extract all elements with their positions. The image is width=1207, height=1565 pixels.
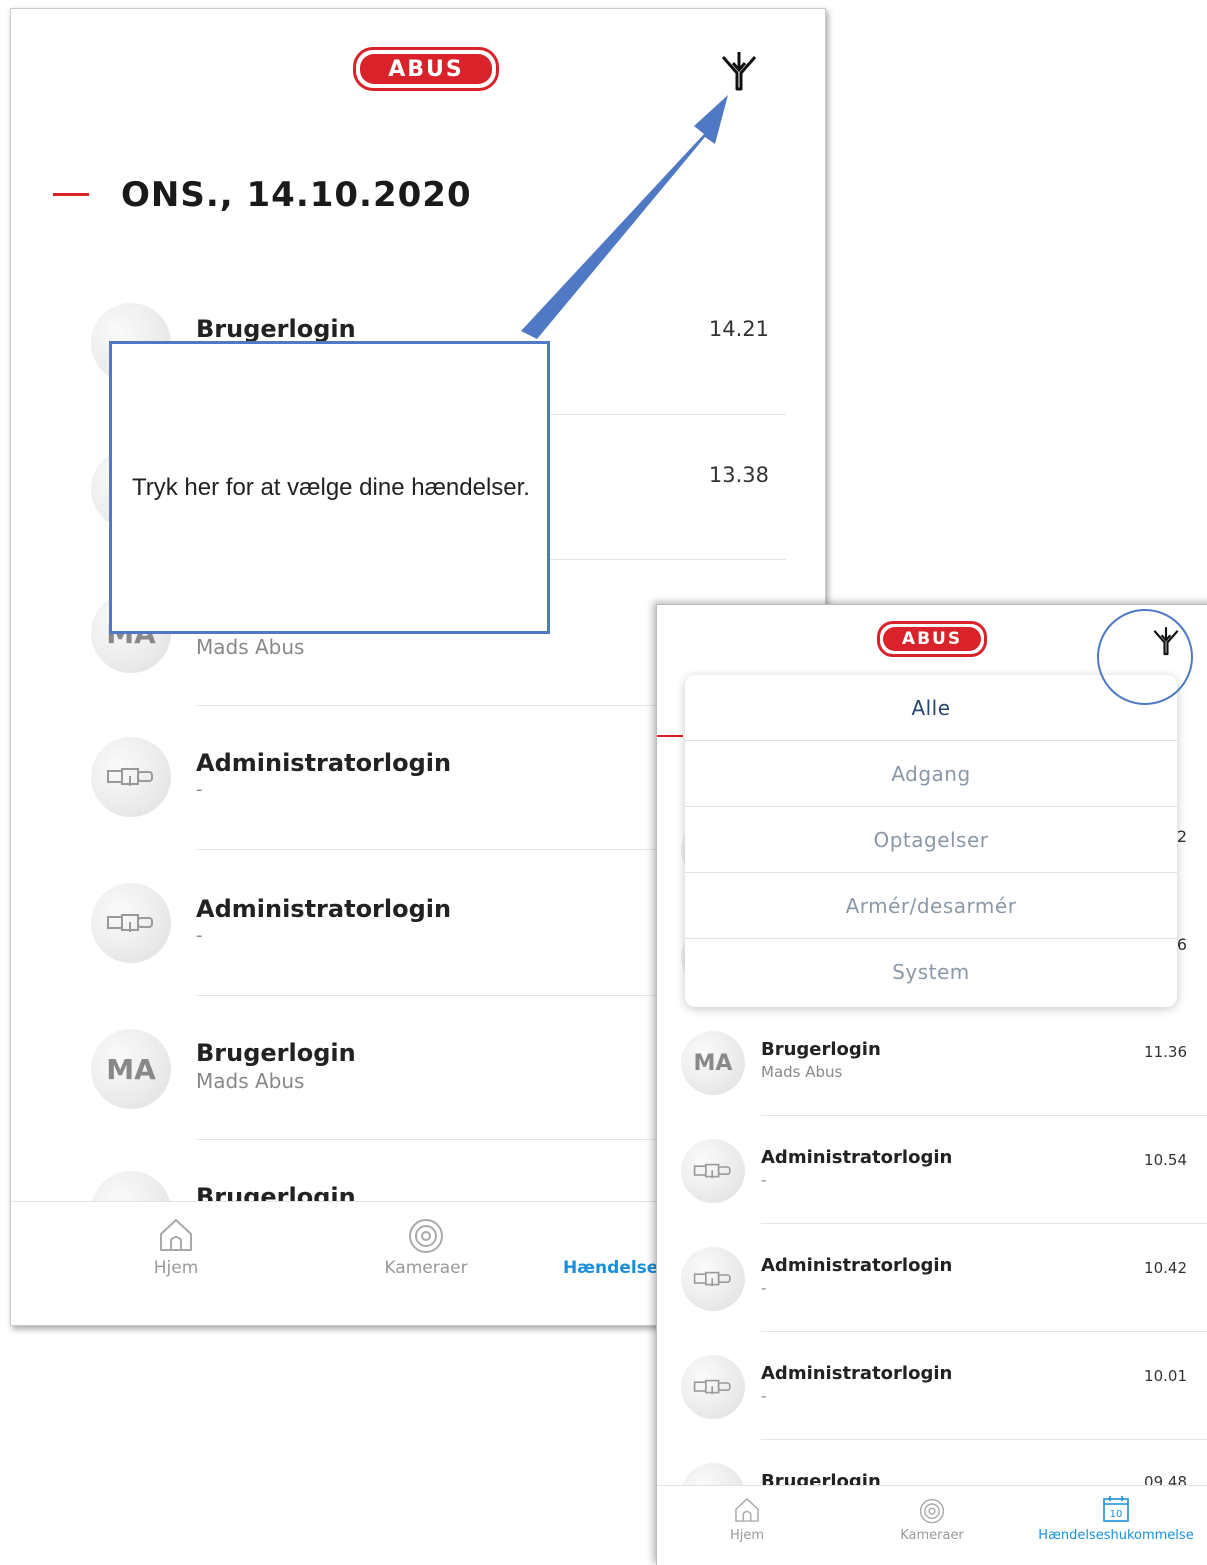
row-divider xyxy=(761,1223,1207,1224)
home-icon xyxy=(160,1219,192,1251)
event-avatar xyxy=(681,1139,745,1203)
event-title: Administratorlogin xyxy=(761,1363,953,1384)
calendar-icon: 10 xyxy=(1103,1496,1129,1522)
event-avatar: MA xyxy=(91,1029,171,1109)
row-divider xyxy=(761,1439,1207,1440)
event-subtitle: Mads Abus xyxy=(196,635,305,659)
filter-option-system[interactable]: System xyxy=(685,939,1177,1005)
event-avatar xyxy=(91,737,171,817)
app-screen-filter-open: ABUS 2 6 MA Brugerlogin Mads Abus 11.36 … xyxy=(656,604,1207,1565)
nav-cameras-label: Kameraer xyxy=(900,1528,964,1543)
nav-home[interactable]: Hjem xyxy=(131,1216,221,1278)
event-filter-dropdown: Alle Adgang Optagelser Armér/desarmér Sy… xyxy=(685,675,1177,1007)
event-subtitle: - xyxy=(761,1171,767,1189)
nav-cameras-label: Kameraer xyxy=(384,1258,468,1278)
event-title: Administratorlogin xyxy=(761,1147,953,1168)
camera-icon xyxy=(919,1499,945,1524)
event-subtitle: - xyxy=(196,779,203,800)
row-divider xyxy=(761,1115,1207,1116)
filter-option-optagelser[interactable]: Optagelser xyxy=(685,807,1177,873)
lock-icon xyxy=(693,1379,731,1395)
lock-icon xyxy=(107,914,153,932)
event-title: Brugerlogin xyxy=(761,1039,881,1060)
nav-cameras[interactable]: Kameraer xyxy=(887,1494,977,1543)
event-avatar: MA xyxy=(681,1031,745,1095)
bottom-navigation: Hjem Kameraer 10 Hændelseshukommelse xyxy=(657,1485,1207,1565)
event-time: 11.36 xyxy=(1144,1043,1187,1061)
lock-icon xyxy=(693,1163,731,1179)
event-title: Administratorlogin xyxy=(196,749,452,777)
abus-logo: ABUS xyxy=(877,621,987,657)
lock-icon xyxy=(693,1271,731,1287)
event-subtitle: - xyxy=(196,925,203,946)
event-subtitle: - xyxy=(761,1387,767,1405)
nav-home[interactable]: Hjem xyxy=(717,1496,777,1543)
nav-home-label: Hjem xyxy=(729,1528,765,1543)
event-avatar xyxy=(681,1355,745,1419)
event-subtitle: - xyxy=(761,1279,767,1297)
home-icon xyxy=(735,1498,759,1522)
event-avatar xyxy=(91,883,171,963)
filter-option-armer-desarmer[interactable]: Armér/desarmér xyxy=(685,873,1177,939)
lock-icon xyxy=(107,768,153,786)
filter-option-adgang[interactable]: Adgang xyxy=(685,741,1177,807)
camera-icon xyxy=(409,1219,443,1253)
event-avatar xyxy=(681,1247,745,1311)
event-time: 10.54 xyxy=(1144,1151,1187,1169)
event-title: Brugerlogin xyxy=(196,1039,356,1067)
nav-events[interactable]: 10 Hændelseshukommelse xyxy=(1033,1494,1199,1543)
callout-text: Tryk her for at vælge dine hændelser. xyxy=(132,474,530,501)
event-subtitle: Mads Abus xyxy=(196,1069,305,1093)
event-title: Administratorlogin xyxy=(196,895,452,923)
svg-text:10: 10 xyxy=(1110,1509,1123,1520)
event-time: 13.38 xyxy=(708,463,769,487)
event-time: 10.01 xyxy=(1144,1367,1187,1385)
filter-highlight-ring xyxy=(1097,609,1193,705)
nav-cameras[interactable]: Kameraer xyxy=(371,1212,481,1278)
event-subtitle: Mads Abus xyxy=(761,1063,843,1081)
event-title: Administratorlogin xyxy=(761,1255,953,1276)
event-time: 10.42 xyxy=(1144,1259,1187,1277)
filter-option-alle[interactable]: Alle xyxy=(685,675,1177,741)
date-accent-dash xyxy=(657,735,683,737)
nav-events-label: Hændelseshukommelse xyxy=(1038,1528,1194,1543)
pointer-arrow xyxy=(521,95,728,339)
nav-home-label: Hjem xyxy=(153,1258,199,1278)
row-divider xyxy=(761,1331,1207,1332)
